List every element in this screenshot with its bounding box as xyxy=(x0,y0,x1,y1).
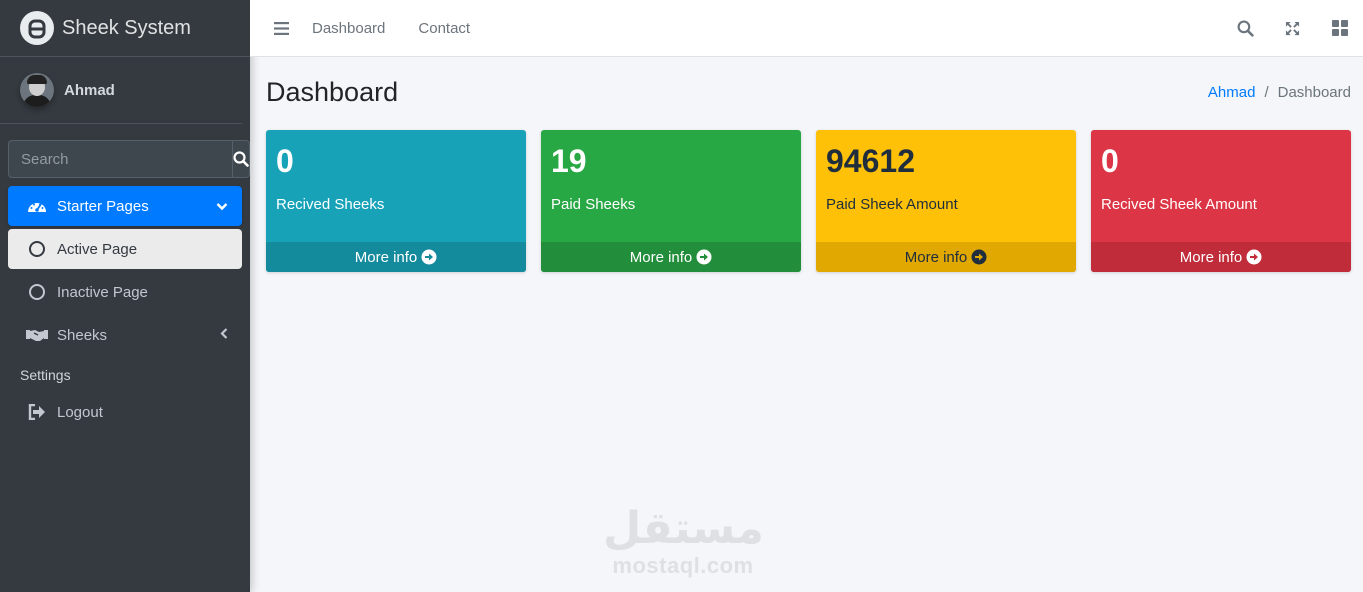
more-info-label: More info xyxy=(354,248,418,266)
sidebar-item-label: Inactive Page xyxy=(57,283,148,301)
arrow-circle-right-icon xyxy=(1246,249,1262,265)
stat-box-recived-sheeks: 0 Recived Sheeks More info xyxy=(266,130,526,272)
expand-arrows-icon xyxy=(1285,21,1300,35)
stat-box-paid-sheek-amount: 94612 Paid Sheek Amount More info xyxy=(816,130,1076,272)
breadcrumb-link-home[interactable]: Ahmad xyxy=(1208,84,1256,101)
content-header: Dashboard Ahmad / Dashboard xyxy=(266,72,1351,112)
circle-icon xyxy=(26,238,48,260)
grid-icon xyxy=(1331,20,1348,36)
brand-name: Sheek System xyxy=(62,16,191,39)
control-sidebar-button[interactable] xyxy=(1316,8,1363,48)
sidebar-item-label: Active Page xyxy=(57,240,138,258)
stat-label: Paid Sheek Amount xyxy=(826,196,958,213)
sign-out-icon xyxy=(26,401,48,423)
arrow-circle-right-icon xyxy=(696,249,712,265)
watermark-arabic: مستقل xyxy=(603,503,764,554)
watermark-latin: mostaql.com xyxy=(612,553,754,578)
nav-link-contact[interactable]: Contact xyxy=(418,20,470,37)
menu-toggle-button[interactable] xyxy=(250,21,312,35)
stat-label: Recived Sheek Amount xyxy=(1101,196,1257,213)
stat-value: 0 xyxy=(276,143,294,179)
search-button[interactable] xyxy=(232,140,250,178)
user-panel[interactable]: Ahmad xyxy=(0,57,242,124)
avatar xyxy=(20,73,54,107)
tachometer-icon xyxy=(26,195,48,217)
more-info-label: More info xyxy=(629,248,693,266)
chevron-left-icon xyxy=(220,327,228,344)
more-info-link[interactable]: More info xyxy=(1091,242,1351,272)
watermark: مستقل mostaql.com xyxy=(603,503,764,579)
more-info-label: More info xyxy=(1179,248,1243,266)
brand-logo-icon xyxy=(20,11,54,45)
breadcrumb-current: Dashboard xyxy=(1277,83,1351,101)
breadcrumb-separator: / xyxy=(1264,83,1269,101)
more-info-link[interactable]: More info xyxy=(541,242,801,272)
stat-value: 19 xyxy=(551,143,587,179)
fullscreen-button[interactable] xyxy=(1269,8,1316,48)
sidebar-item-inactive-page[interactable]: Inactive Page xyxy=(8,272,242,312)
stat-label: Recived Sheeks xyxy=(276,196,385,213)
circle-icon xyxy=(26,281,48,303)
search-icon xyxy=(233,151,249,167)
sidebar-search xyxy=(8,140,250,178)
sidebar-header-settings: Settings xyxy=(20,367,71,383)
top-navbar: Dashboard Contact xyxy=(250,0,1363,57)
sidebar-item-logout[interactable]: Logout xyxy=(8,392,242,432)
user-name[interactable]: Ahmad xyxy=(64,82,115,99)
stat-box-paid-sheeks: 19 Paid Sheeks More info xyxy=(541,130,801,272)
more-info-label: More info xyxy=(904,248,968,266)
stat-value: 0 xyxy=(1101,143,1119,179)
stat-label: Paid Sheeks xyxy=(551,196,636,213)
sidebar-item-starter-pages[interactable]: Starter Pages xyxy=(8,186,242,226)
sidebar-item-active-page[interactable]: Active Page xyxy=(8,229,242,269)
more-info-link[interactable]: More info xyxy=(816,242,1076,272)
sidebar-item-label: Logout xyxy=(57,403,103,421)
stat-boxes: 0 Recived Sheeks More info 19 Paid Sheek… xyxy=(266,130,1351,272)
sidebar: Sheek System Ahmad Starter Pages Active … xyxy=(0,0,250,592)
search-icon xyxy=(1237,20,1254,37)
search-input[interactable] xyxy=(8,140,232,178)
stat-value: 94612 xyxy=(826,143,915,179)
page-title: Dashboard xyxy=(266,76,399,107)
stat-box-recived-sheek-amount: 0 Recived Sheek Amount More info xyxy=(1091,130,1351,272)
hamburger-icon xyxy=(273,21,289,35)
handshake-icon xyxy=(26,324,48,346)
sidebar-item-sheeks[interactable]: Sheeks xyxy=(8,315,242,355)
navbar-search-button[interactable] xyxy=(1222,8,1269,48)
brand-link[interactable]: Sheek System xyxy=(0,0,250,57)
navbar-actions xyxy=(1222,8,1363,48)
breadcrumb: Ahmad / Dashboard xyxy=(1208,84,1351,101)
sidebar-nav: Starter Pages Active Page Inactive Page … xyxy=(0,186,250,432)
chevron-down-icon xyxy=(216,198,228,215)
nav-link-dashboard[interactable]: Dashboard xyxy=(312,20,385,37)
sidebar-item-label: Sheeks xyxy=(57,326,108,344)
sidebar-item-label: Starter Pages xyxy=(57,197,149,215)
arrow-circle-right-icon xyxy=(421,249,437,265)
arrow-circle-right-icon xyxy=(971,249,987,265)
more-info-link[interactable]: More info xyxy=(266,242,526,272)
